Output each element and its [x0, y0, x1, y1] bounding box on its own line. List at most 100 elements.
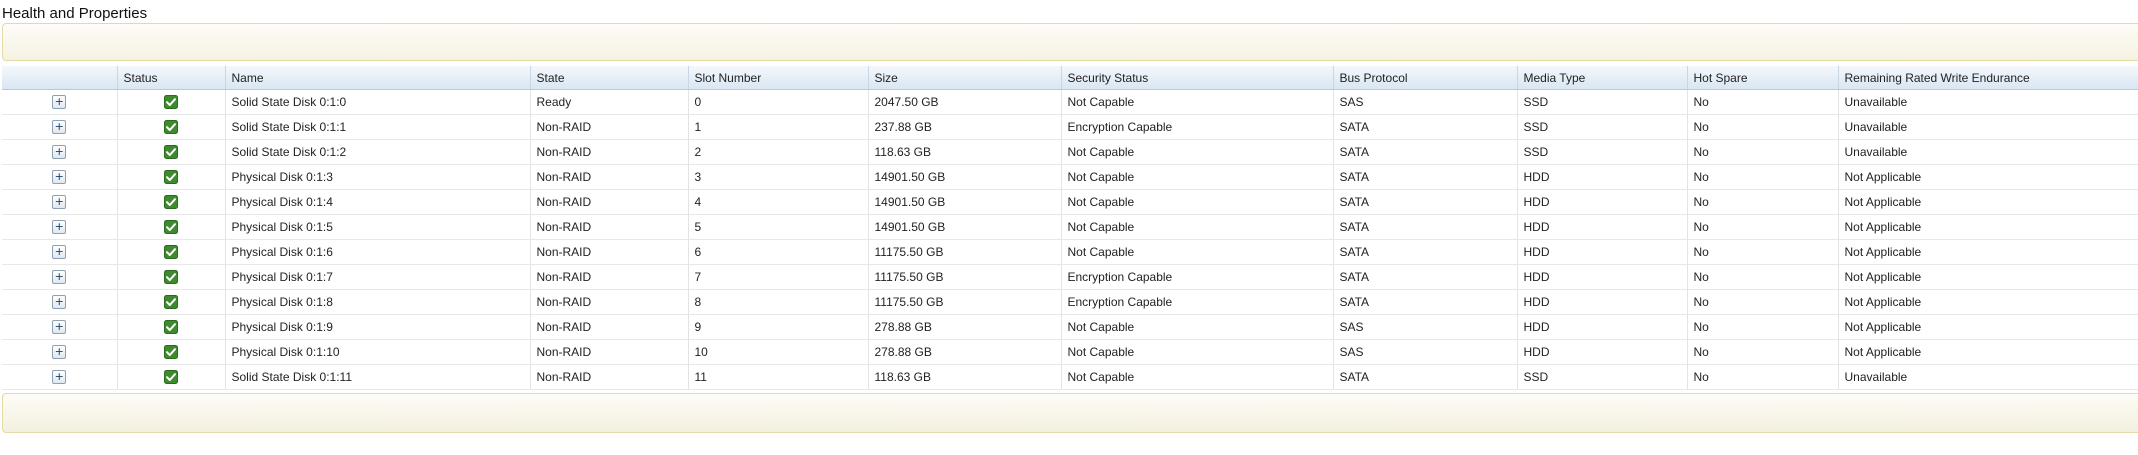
status-ok-check-icon [164, 220, 178, 235]
disk-name: Solid State Disk 0:1:1 [225, 114, 531, 140]
header-slot-number[interactable]: Slot Number [688, 66, 869, 90]
expand-cell: + [2, 364, 118, 390]
expand-plus-icon[interactable]: + [52, 245, 67, 260]
expand-plus-icon[interactable]: + [52, 170, 67, 185]
disk-bus-protocol: SATA [1333, 239, 1518, 265]
table-row[interactable]: + Physical Disk 0:1:4 Non-RAID 4 14901.50 GB… [2, 189, 2138, 215]
disk-state: Ready [530, 89, 689, 115]
expand-plus-icon[interactable]: + [52, 195, 67, 210]
expand-plus-icon[interactable]: + [52, 145, 67, 160]
expand-plus-icon[interactable]: + [52, 95, 67, 110]
disk-security-status: Encryption Capable [1061, 289, 1334, 315]
table-row[interactable]: + Physical Disk 0:1:3 Non-RAID 3 14901.50 GB… [2, 164, 2138, 190]
table-row[interactable]: + Physical Disk 0:1:10 Non-RAID 10 278.88 GB… [2, 339, 2138, 365]
header-hot-spare[interactable]: Hot Spare [1687, 66, 1839, 90]
table-row[interactable]: + Physical Disk 0:1:7 Non-RAID 7 11175.50 GB… [2, 264, 2138, 290]
disk-size: 11175.50 GB [868, 289, 1062, 315]
disk-size: 2047.50 GB [868, 89, 1062, 115]
disk-slot-number: 0 [688, 89, 869, 115]
table-row[interactable]: + Physical Disk 0:1:8 Non-RAID 8 11175.50 GB… [2, 289, 2138, 315]
table-row[interactable]: + Physical Disk 0:1:5 Non-RAID 5 14901.50 GB… [2, 214, 2138, 240]
header-remaining-write-endurance[interactable]: Remaining Rated Write Endurance [1838, 66, 2138, 90]
expand-plus-icon[interactable]: + [52, 220, 67, 235]
disk-media-type: HDD [1517, 314, 1688, 340]
disk-bus-protocol: SATA [1333, 364, 1518, 390]
expand-cell: + [2, 164, 118, 190]
disk-slot-number: 7 [688, 264, 869, 290]
bottom-toolbar [2, 393, 2138, 433]
disk-bus-protocol: SATA [1333, 139, 1518, 165]
status-ok-check-icon [164, 295, 178, 310]
expand-plus-icon[interactable]: + [52, 270, 67, 285]
disk-bus-protocol: SAS [1333, 314, 1518, 340]
disk-security-status: Not Capable [1061, 214, 1334, 240]
status-cell [117, 189, 226, 215]
disk-media-type: HDD [1517, 239, 1688, 265]
disk-media-type: HDD [1517, 214, 1688, 240]
disk-hot-spare: No [1687, 264, 1839, 290]
status-cell [117, 264, 226, 290]
status-cell [117, 214, 226, 240]
disk-state: Non-RAID [530, 139, 689, 165]
table-row[interactable]: + Solid State Disk 0:1:2 Non-RAID 2 118.63 G… [2, 139, 2138, 165]
table-row[interactable]: + Solid State Disk 0:1:1 Non-RAID 1 237.88 G… [2, 114, 2138, 140]
header-status[interactable]: Status [117, 66, 226, 90]
status-ok-check-icon [164, 320, 178, 335]
disk-slot-number: 10 [688, 339, 869, 365]
disk-hot-spare: No [1687, 364, 1839, 390]
page-title: Health and Properties [2, 5, 148, 22]
header-state[interactable]: State [530, 66, 689, 90]
disk-slot-number: 1 [688, 114, 869, 140]
disk-hot-spare: No [1687, 139, 1839, 165]
disk-hot-spare: No [1687, 214, 1839, 240]
header-media-type[interactable]: Media Type [1517, 66, 1688, 90]
disk-hot-spare: No [1687, 89, 1839, 115]
header-security-status[interactable]: Security Status [1061, 66, 1334, 90]
disk-size: 14901.50 GB [868, 214, 1062, 240]
status-cell [117, 364, 226, 390]
header-expand [2, 66, 118, 90]
status-cell [117, 339, 226, 365]
disk-write-endurance: Not Applicable [1838, 289, 2138, 315]
status-ok-check-icon [164, 245, 178, 260]
disk-write-endurance: Not Applicable [1838, 339, 2138, 365]
table-row[interactable]: + Solid State Disk 0:1:0 Ready 0 2047.50 GB N… [2, 89, 2138, 115]
disk-slot-number: 9 [688, 314, 869, 340]
disk-write-endurance: Not Applicable [1838, 189, 2138, 215]
disk-name: Solid State Disk 0:1:0 [225, 89, 531, 115]
status-ok-check-icon [164, 345, 178, 360]
expand-plus-icon[interactable]: + [52, 345, 67, 360]
expand-plus-icon[interactable]: + [52, 120, 67, 135]
disk-size: 278.88 GB [868, 314, 1062, 340]
disk-hot-spare: No [1687, 339, 1839, 365]
disk-bus-protocol: SATA [1333, 214, 1518, 240]
disk-name: Physical Disk 0:1:6 [225, 239, 531, 265]
disk-media-type: HDD [1517, 289, 1688, 315]
disk-hot-spare: No [1687, 289, 1839, 315]
disk-security-status: Not Capable [1061, 239, 1334, 265]
status-cell [117, 114, 226, 140]
disk-slot-number: 8 [688, 289, 869, 315]
expand-cell: + [2, 239, 118, 265]
disk-security-status: Encryption Capable [1061, 264, 1334, 290]
table-row[interactable]: + Solid State Disk 0:1:11 Non-RAID 11 118.63… [2, 364, 2138, 390]
disk-hot-spare: No [1687, 189, 1839, 215]
disk-size: 237.88 GB [868, 114, 1062, 140]
header-name[interactable]: Name [225, 66, 531, 90]
expand-plus-icon[interactable]: + [52, 295, 67, 310]
table-row[interactable]: + Physical Disk 0:1:9 Non-RAID 9 278.88 GB No… [2, 314, 2138, 340]
disk-slot-number: 6 [688, 239, 869, 265]
disk-slot-number: 11 [688, 364, 869, 390]
header-bus-protocol[interactable]: Bus Protocol [1333, 66, 1518, 90]
disk-state: Non-RAID [530, 114, 689, 140]
top-toolbar [2, 23, 2138, 61]
expand-plus-icon[interactable]: + [52, 370, 67, 385]
header-size[interactable]: Size [868, 66, 1062, 90]
table-row[interactable]: + Physical Disk 0:1:6 Non-RAID 6 11175.50 GB… [2, 239, 2138, 265]
disk-slot-number: 4 [688, 189, 869, 215]
disk-state: Non-RAID [530, 289, 689, 315]
disk-name: Solid State Disk 0:1:11 [225, 364, 531, 390]
disk-hot-spare: No [1687, 114, 1839, 140]
expand-plus-icon[interactable]: + [52, 320, 67, 335]
disk-name: Physical Disk 0:1:8 [225, 289, 531, 315]
